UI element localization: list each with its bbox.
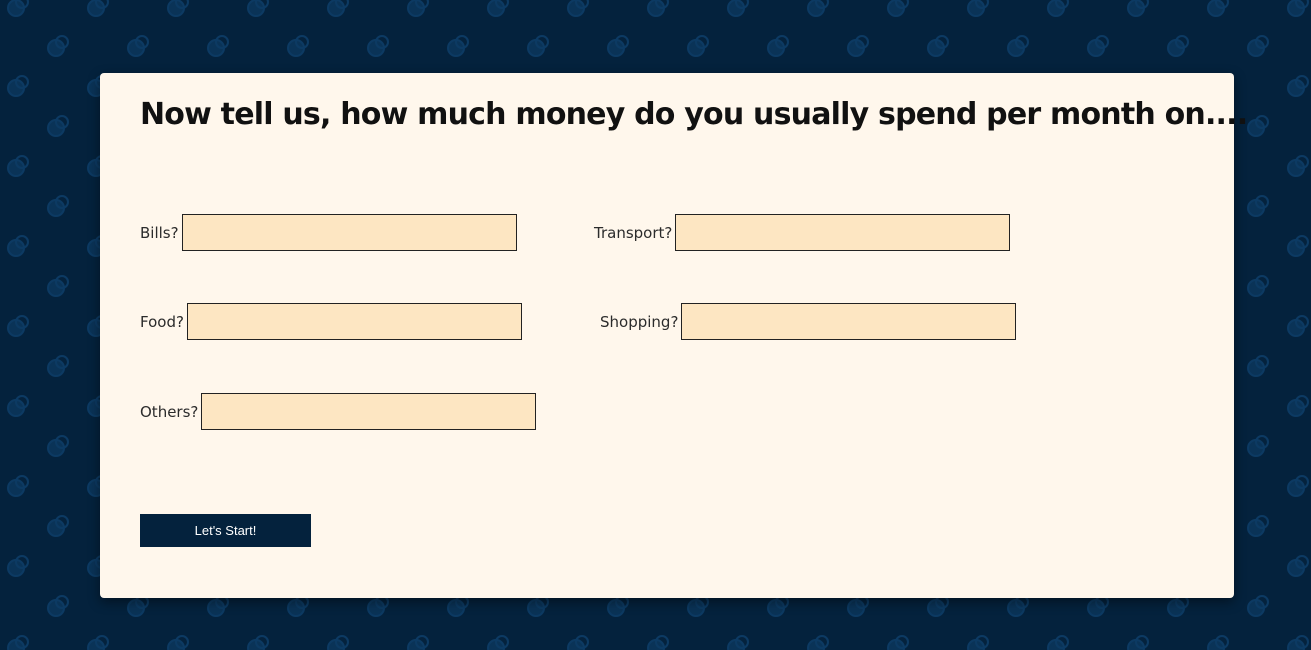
- shopping-label: Shopping?: [600, 312, 679, 331]
- bills-field-group: Bills?: [140, 214, 517, 251]
- food-label: Food?: [140, 312, 184, 331]
- others-field-group: Others?: [140, 393, 537, 430]
- transport-field-group: Transport?: [594, 214, 1011, 251]
- food-field-group: Food?: [140, 303, 522, 340]
- shopping-field-group: Shopping?: [600, 303, 1017, 340]
- food-input[interactable]: [186, 303, 522, 340]
- form-card: Now tell us, how much money do you usual…: [100, 73, 1248, 598]
- others-label: Others?: [140, 402, 199, 421]
- transport-label: Transport?: [594, 223, 673, 242]
- bills-label: Bills?: [140, 223, 179, 242]
- shopping-input[interactable]: [681, 303, 1017, 340]
- start-button[interactable]: Let's Start!: [140, 514, 311, 547]
- page-title: Now tell us, how much money do you usual…: [140, 97, 1248, 132]
- others-input[interactable]: [201, 393, 537, 430]
- bills-input[interactable]: [181, 214, 517, 251]
- transport-input[interactable]: [675, 214, 1011, 251]
